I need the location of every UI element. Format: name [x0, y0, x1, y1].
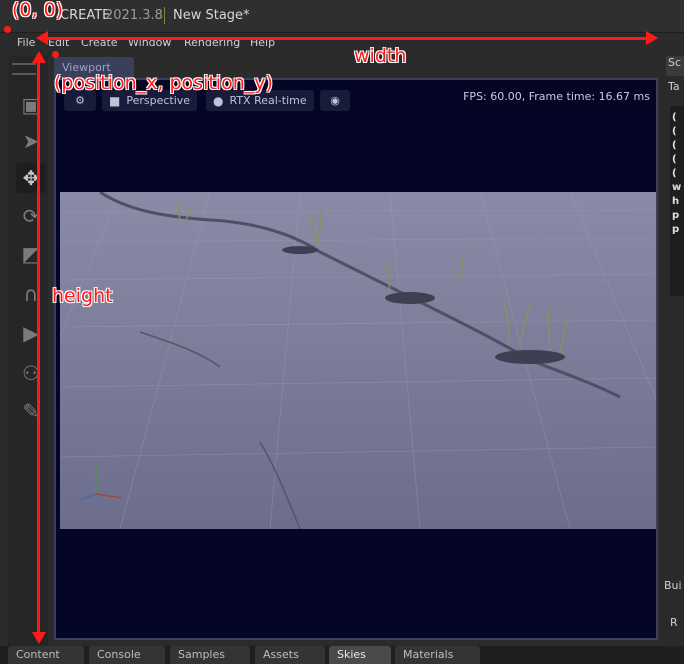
- title-bar: CREATE 2021.3.8 New Stage*: [0, 0, 684, 33]
- scale-icon[interactable]: ◩: [16, 239, 46, 269]
- position-marker: [52, 51, 59, 58]
- origin-marker: [4, 26, 11, 33]
- ground-texture-image: [60, 192, 656, 529]
- menu-bar: File Edit Create Window Rendering Help: [0, 33, 684, 53]
- tab-samples[interactable]: Samples: [170, 646, 250, 664]
- origin-annotation: (0, 0): [12, 0, 64, 21]
- tab-stage[interactable]: Sc: [666, 56, 684, 76]
- run-button[interactable]: R: [670, 616, 678, 629]
- height-arrow: [37, 56, 40, 638]
- visibility-button[interactable]: ◉: [320, 90, 350, 111]
- tab-console[interactable]: Console: [89, 646, 165, 664]
- render-mode-label: RTX Real-time: [229, 94, 307, 107]
- stage-title: New Stage*: [173, 8, 250, 23]
- script-line: (: [672, 168, 677, 179]
- snap-icon[interactable]: ∩: [16, 279, 46, 309]
- script-line: (: [672, 140, 677, 151]
- paint-icon[interactable]: ✎: [16, 396, 46, 426]
- tab-assets[interactable]: Assets: [255, 646, 325, 664]
- script-line: (: [672, 154, 677, 165]
- arrowhead-down-icon: [32, 632, 46, 644]
- arrowhead-right-icon: [646, 31, 658, 45]
- tab-skies[interactable]: Skies: [329, 646, 391, 664]
- app-name: CREATE: [60, 8, 111, 23]
- arrowhead-left-icon: [36, 31, 48, 45]
- right-panel-text: Ta: [668, 80, 680, 93]
- camera-label: Perspective: [126, 94, 191, 107]
- title-separator: [164, 7, 165, 24]
- viewport[interactable]: ⚙ ■ Perspective ● RTX Real-time ◉ FPS: 6…: [54, 78, 658, 640]
- camera-icon: ■: [109, 93, 121, 108]
- eye-icon: ◉: [330, 94, 340, 107]
- script-line: w: [672, 182, 682, 193]
- width-arrow: [40, 37, 652, 40]
- gear-icon: ⚙: [75, 94, 85, 107]
- script-line: (: [672, 126, 677, 137]
- tool-bar: ▣ ➤ ✥ ⟳ ◩ ∩ ▶ ⚇ ✎: [8, 56, 48, 646]
- script-line: p: [672, 210, 680, 221]
- script-box: ( ( ( ( ( w h p p: [670, 106, 684, 296]
- script-line: p: [672, 224, 680, 235]
- axis-gizmo-icon: [79, 464, 123, 501]
- fps-readout: FPS: 60.00, Frame time: 16.67 ms: [463, 90, 650, 103]
- build-label: Bui: [664, 579, 682, 592]
- script-line: (: [672, 112, 677, 123]
- width-annotation: width: [354, 45, 407, 67]
- bottom-tab-bar: Content Console Samples Assets Skies Mat…: [0, 646, 684, 664]
- scene-render: [60, 192, 656, 529]
- tab-materials[interactable]: Materials: [395, 646, 480, 664]
- arrowhead-up-icon: [32, 51, 46, 63]
- physics-icon[interactable]: ⚇: [16, 358, 46, 388]
- position-annotation: (position_x, position_y): [54, 72, 273, 94]
- right-panel: Sc Ta ( ( ( ( ( w h p p Bui R: [662, 56, 684, 646]
- app-version: 2021.3.8: [105, 8, 163, 23]
- menu-file[interactable]: File: [17, 36, 35, 49]
- play-icon[interactable]: ▶: [16, 318, 46, 348]
- script-line: h: [672, 196, 680, 207]
- lightbulb-icon: ●: [213, 93, 224, 108]
- tab-content[interactable]: Content: [8, 646, 84, 664]
- move-icon[interactable]: ✥: [16, 163, 46, 193]
- rotate-icon[interactable]: ⟳: [16, 201, 46, 231]
- pointer-icon[interactable]: ➤: [16, 126, 46, 156]
- select-icon[interactable]: ▣: [16, 90, 46, 120]
- stage-tab-label: Sc: [668, 56, 682, 69]
- height-annotation: height: [52, 285, 113, 307]
